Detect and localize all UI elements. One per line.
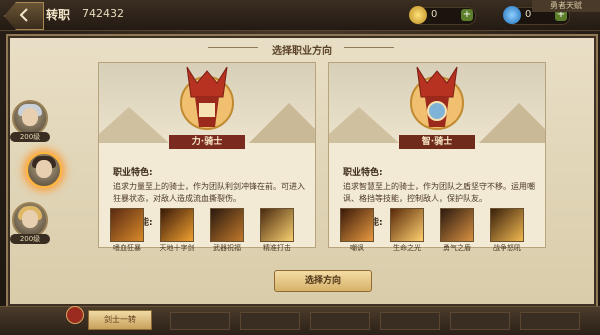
skill-cross-sword-icon[interactable]: 天地十字剑 (160, 208, 195, 252)
dark-hair-hero-avatar[interactable] (26, 152, 62, 188)
arrow-left-icon (19, 8, 28, 22)
strength-knight-emblem-icon (180, 66, 234, 130)
class-description: 追求智慧至上的骑士，作为团队之盾坚守不移。运用嘲讽、格挡等技能，控制敌人，保护队… (343, 182, 535, 203)
mountain-shape (99, 107, 169, 143)
avatar-level-label: 200级 (10, 234, 50, 244)
feature-title: 职业特色: (343, 168, 383, 178)
bottom-slot[interactable] (520, 312, 580, 330)
top-bar: 转职 战力 742432 0 + 0 + 勇者天赋 (0, 0, 600, 31)
bottom-slot[interactable] (310, 312, 370, 330)
gold-coin-icon (409, 6, 427, 24)
bottom-slot[interactable] (240, 312, 300, 330)
gold-counter: 0 + (409, 6, 476, 25)
class-name-ribbon: 力·骑士 (169, 135, 245, 149)
bottom-slot[interactable] (380, 312, 440, 330)
skill-precise-strike-icon[interactable]: 精准打击 (260, 208, 294, 252)
skill-bloodlust-icon[interactable]: 嗜血狂暴 (110, 208, 144, 252)
diamond-value: 0 (525, 9, 532, 20)
skill-light-of-life-icon[interactable]: 生命之光 (390, 208, 424, 252)
blonde-hero-avatar[interactable]: 200级 (10, 202, 50, 244)
bottom-slot[interactable] (170, 312, 230, 330)
class-name-ribbon: 智·骑士 (399, 135, 475, 149)
bottom-slot[interactable] (450, 312, 510, 330)
skill-name: 勇气之盾 (443, 244, 471, 252)
card-banner (99, 63, 315, 143)
skill-taunt-icon[interactable]: 嘲讽 (340, 208, 374, 252)
swordsman-first-advance-tab[interactable]: 剑士一转 (88, 310, 152, 330)
mountain-shape (479, 103, 545, 143)
back-button[interactable] (4, 2, 44, 30)
skill-name: 精准打击 (263, 244, 291, 252)
skill-weapon-blessing-icon[interactable]: 武器祝福 (210, 208, 244, 252)
face-shape (36, 160, 52, 178)
skill-name: 战争怒吼 (493, 244, 521, 252)
face-shape (22, 108, 38, 126)
power-value: 742432 (82, 7, 124, 20)
diamond-icon (503, 6, 521, 24)
mountain-shape (329, 107, 399, 143)
skill-name: 天地十字剑 (159, 244, 195, 252)
mountain-shape (249, 103, 315, 143)
corner-label: 勇者天赋 (532, 0, 600, 12)
skill-name: 嘲讽 (350, 244, 364, 252)
add-gold-button[interactable]: + (461, 9, 473, 21)
skill-war-cry-icon[interactable]: 战争怒吼 (490, 208, 524, 252)
gold-value: 0 (431, 9, 438, 20)
red-seal-icon (66, 306, 84, 324)
select-direction-button[interactable]: 选择方向 (274, 270, 372, 292)
avatar-level-label: 200级 (10, 132, 50, 142)
page-title: 转职 (46, 8, 71, 22)
title-ornament-right (344, 47, 394, 48)
skill-name: 武器祝福 (213, 244, 241, 252)
skill-list: 嘲讽 生命之光 勇气之盾 战争怒吼 (340, 208, 540, 252)
feature-title: 职业特色: (113, 168, 153, 178)
face-shape (22, 210, 38, 228)
card-banner (329, 63, 545, 143)
panel-title: 选择职业方向 (272, 46, 332, 57)
class-description: 追求力量至上的骑士，作为团队利剑冲锋在前。可进入狂暴状态，对敌人造成流血撕裂伤。 (113, 182, 305, 203)
wisdom-knight-emblem-icon (410, 66, 464, 130)
skill-name: 嗜血狂暴 (113, 244, 141, 252)
silver-hair-hero-avatar[interactable]: 200级 (10, 100, 50, 142)
skill-name: 生命之光 (393, 244, 421, 252)
skill-courage-shield-icon[interactable]: 勇气之盾 (440, 208, 474, 252)
panel-header: 选择职业方向 (8, 36, 596, 58)
skill-list: 嗜血狂暴 天地十字剑 武器祝福 精准打击 (110, 208, 310, 252)
class-select-panel: 选择职业方向 力·骑士 职业特色: 追求力量至上的骑士，作为团队利剑冲锋在前。可… (6, 34, 598, 308)
